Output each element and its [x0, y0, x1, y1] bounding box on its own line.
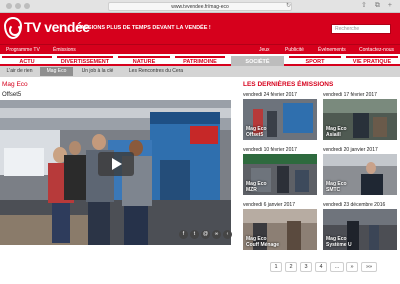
card-thumbnail[interactable]: Mag Eco Offset5	[243, 99, 317, 140]
next-page-button[interactable]: »	[346, 262, 358, 272]
subnav-rencontres-cera[interactable]: Les Rencontres du Cera	[124, 67, 188, 76]
embed-icon[interactable]: ‹	[223, 230, 232, 239]
email-icon[interactable]: @	[201, 230, 210, 239]
nav-vie-pratique[interactable]: VIE PRATIQUE	[346, 56, 398, 66]
page: www.tvvendee.fr/mag-eco ↻ ⇧ ⧉ + TV vendé…	[0, 0, 400, 284]
nav-divertissement[interactable]: DIVERTISSEMENT	[57, 56, 113, 66]
top-link-programme-tv[interactable]: Programme TV	[6, 46, 40, 54]
thumbnail-caption: Mag Eco Offset5	[246, 126, 267, 138]
search-input[interactable]: Recherche	[331, 24, 391, 34]
card-date: vendredi 24 février 2017	[243, 92, 297, 98]
top-link-emissions[interactable]: Émissions	[53, 46, 76, 54]
card-thumbnail[interactable]: Mag Eco MZR	[243, 154, 317, 195]
video-title: Offset5	[2, 92, 22, 98]
subnav-un-job[interactable]: Un job à la clé	[76, 67, 119, 76]
page-4-button[interactable]: 4	[315, 262, 327, 272]
nav-sport[interactable]: SPORT	[289, 56, 341, 66]
window-controls	[6, 3, 30, 9]
reload-icon[interactable]: ↻	[286, 2, 291, 10]
card-thumbnail[interactable]: Mag Eco Système U	[323, 209, 397, 250]
subnav-mag-eco[interactable]: Mag Eco	[40, 67, 73, 76]
nav-patrimoine[interactable]: PATRIMOINE	[175, 56, 225, 66]
main-nav: ACTU DIVERTISSEMENT NATURE PATRIMOINE SO…	[0, 54, 400, 66]
card-thumbnail[interactable]: Mag Eco SMTC	[323, 154, 397, 195]
card-date: vendredi 20 janvier 2017	[323, 147, 378, 153]
top-link-evenements[interactable]: Événements	[318, 46, 346, 54]
page-1-button[interactable]: 1	[270, 262, 282, 272]
link-icon[interactable]: ∞	[212, 230, 221, 239]
thumbnail-caption: Mag Eco MZR	[246, 181, 267, 193]
nav-societe[interactable]: SOCIÉTÉ	[231, 56, 284, 66]
video-player[interactable]	[0, 100, 231, 245]
nav-actu[interactable]: ACTU	[2, 56, 52, 66]
add-tab-icon[interactable]: +	[388, 2, 392, 10]
play-button[interactable]	[98, 152, 134, 176]
minimize-window-button[interactable]	[15, 3, 21, 9]
close-window-button[interactable]	[6, 3, 12, 9]
facebook-icon[interactable]: f	[179, 230, 188, 239]
section-title: Mag Eco	[2, 81, 28, 88]
page-ellipsis: ...	[330, 262, 344, 272]
top-link-publicite[interactable]: Publicité	[285, 46, 304, 54]
tabs-icon[interactable]: ⧉	[375, 2, 380, 10]
site-header: TV vendée PASSIONS PLUS DE TEMPS DEVANT …	[0, 13, 400, 44]
page-2-button[interactable]: 2	[285, 262, 297, 272]
card-date: vendredi 17 février 2017	[323, 92, 377, 98]
top-links-bar: Programme TV Émissions Jeux Publicité Év…	[0, 44, 400, 54]
thumbnail-caption: Mag Eco Asiaill	[326, 126, 347, 138]
maximize-window-button[interactable]	[24, 3, 30, 9]
address-bar[interactable]: www.tvvendee.fr/mag-eco	[108, 2, 292, 11]
top-link-jeux[interactable]: Jeux	[259, 46, 270, 54]
browser-actions: ⇧ ⧉ +	[361, 2, 392, 10]
card-date: vendredi 10 février 2017	[243, 147, 297, 153]
card-date: vendredi 6 janvier 2017	[243, 202, 295, 208]
thumbnail-caption: Mag Eco Couff Ménage	[246, 236, 280, 248]
sidebar-title: LES DERNIÈRES ÉMISSIONS	[243, 81, 334, 88]
sub-nav: L'air de rien Mag Eco Un job à la clé Le…	[0, 66, 400, 77]
last-page-button[interactable]: »»	[361, 262, 377, 272]
thumbnail-caption: Mag Eco SMTC	[326, 181, 347, 193]
card-thumbnail[interactable]: Mag Eco Couff Ménage	[243, 209, 317, 250]
card-thumbnail[interactable]: Mag Eco Asiaill	[323, 99, 397, 140]
share-icons: f t @ ∞ ‹	[179, 230, 232, 239]
top-link-contact[interactable]: Contactez-nous	[359, 46, 394, 54]
browser-toolbar: www.tvvendee.fr/mag-eco ↻ ⇧ ⧉ +	[0, 0, 400, 13]
site-tagline: PASSIONS PLUS DE TEMPS DEVANT LA VENDÉE …	[77, 25, 211, 31]
upload-icon[interactable]: ⇧	[361, 2, 367, 10]
page-3-button[interactable]: 3	[300, 262, 312, 272]
nav-nature[interactable]: NATURE	[118, 56, 170, 66]
thumbnail-caption: Mag Eco Système U	[326, 236, 352, 248]
twitter-icon[interactable]: t	[190, 230, 199, 239]
subnav-lair-de-rien[interactable]: L'air de rien	[1, 67, 38, 76]
tv-vendee-logo-icon[interactable]	[4, 17, 22, 39]
card-date: vendredi 23 décembre 2016	[323, 202, 386, 208]
